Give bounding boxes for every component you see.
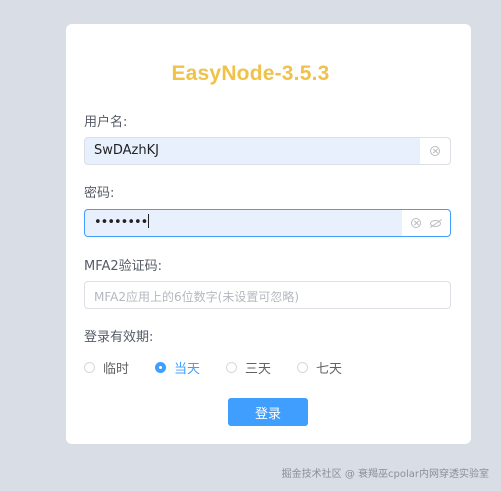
radio-icon xyxy=(84,362,95,373)
radio-checked-icon xyxy=(155,362,167,373)
radio-icon xyxy=(226,362,238,373)
username-label: 用户名: xyxy=(84,115,128,130)
password-mask: •••••••• xyxy=(94,215,148,230)
username-input[interactable]: SwDAzhKJ xyxy=(84,137,451,165)
radio-option-three-days[interactable]: 三天 xyxy=(226,358,271,377)
mfa-label: MFA2验证码: xyxy=(84,259,163,274)
radio-icon xyxy=(297,362,309,373)
radio-option-today[interactable]: 当天 xyxy=(155,358,200,377)
app-title: EasyNode-3.5.3 xyxy=(171,62,330,85)
radio-option-seven-days[interactable]: 七天 xyxy=(297,358,342,377)
radio-option-temporary[interactable]: 临时 xyxy=(84,358,129,377)
radio-label: 三天 xyxy=(245,362,272,377)
clear-icon[interactable] xyxy=(411,218,421,228)
radio-label: 临时 xyxy=(103,362,130,377)
password-suffix xyxy=(402,210,450,236)
password-label: 密码: xyxy=(84,186,115,201)
username-suffix xyxy=(420,138,450,164)
mfa-input[interactable]: MFA2应用上的6位数字(未设置可忽略) xyxy=(84,281,451,309)
radio-label: 七天 xyxy=(316,362,343,377)
text-cursor xyxy=(148,214,150,228)
password-value: •••••••• xyxy=(94,214,150,230)
password-input[interactable]: •••••••• xyxy=(84,209,451,237)
mfa-placeholder: MFA2应用上的6位数字(未设置可忽略) xyxy=(94,290,299,304)
validity-radio-group: 临时 当天 三天 七天 xyxy=(84,358,368,377)
login-button[interactable]: 登录 xyxy=(228,398,308,426)
radio-label: 当天 xyxy=(174,362,201,377)
validity-label: 登录有效期: xyxy=(84,330,154,345)
username-value: SwDAzhKJ xyxy=(94,143,159,158)
clear-icon[interactable] xyxy=(430,146,440,156)
watermark-text: 掘金技术社区 @ 衰羯巫cpolar内网穿透实验室 xyxy=(281,469,489,480)
eye-slash-icon[interactable] xyxy=(430,219,441,227)
